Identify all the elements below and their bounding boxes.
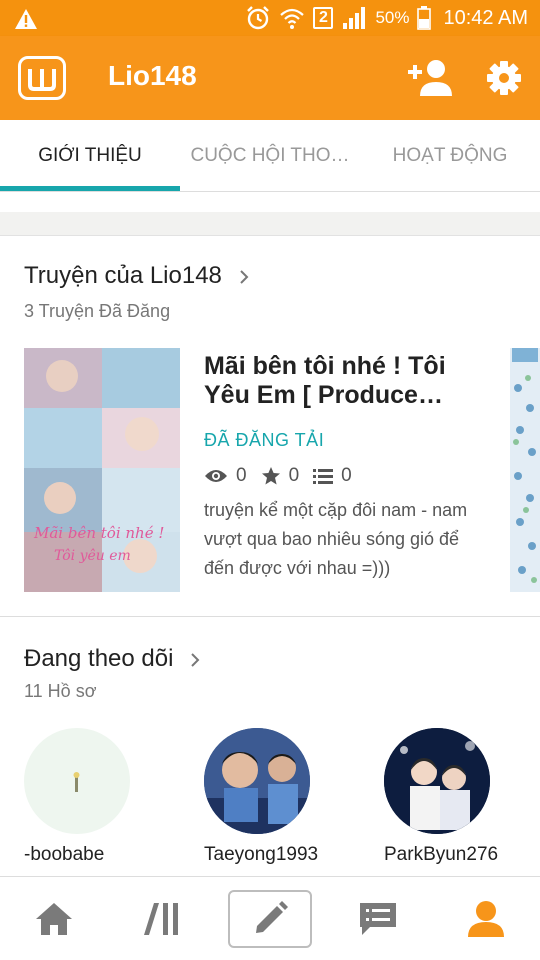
library-icon <box>144 903 178 935</box>
tab-activity[interactable]: HOẠT ĐỘNG <box>360 120 540 192</box>
battery-icon <box>417 6 432 30</box>
profile-name[interactable]: -boobabe <box>24 844 104 866</box>
story-votes: 0 <box>288 465 300 486</box>
story-status-badge: ĐÃ ĐĂNG TẢI <box>204 430 325 450</box>
avatar[interactable] <box>204 728 310 834</box>
profile-name[interactable]: ParkByun276 <box>384 844 498 866</box>
nav-home-button[interactable] <box>0 877 108 960</box>
story-cover[interactable]: Mãi bên tôi nhé ! Tôi yêu em <box>24 348 180 592</box>
cover-title-line-1: Mãi bên tôi nhé ! <box>33 524 164 542</box>
settings-icon[interactable] <box>486 60 522 96</box>
section-spacer <box>0 212 540 236</box>
bottom-navigation <box>0 876 540 960</box>
battery-percentage: 50% <box>375 8 410 27</box>
wifi-icon <box>280 8 305 29</box>
following-count: 11 Hồ sơ <box>24 681 97 701</box>
stories-count: 3 Truyện Đã Đăng <box>24 301 171 321</box>
signal-icon <box>343 7 366 29</box>
following-section-title: Đang theo dõi <box>24 645 174 672</box>
story-description: truyện kể một cặp đôi nam - nam vượt qua… <box>204 500 468 578</box>
app-logo-icon[interactable] <box>18 56 66 100</box>
avatar[interactable] <box>384 728 490 834</box>
star-icon <box>261 467 280 485</box>
profile-name[interactable]: Taeyong1993 <box>204 844 318 866</box>
profile-username: Lio148 <box>108 60 197 91</box>
avatar[interactable] <box>24 728 130 834</box>
chevron-right-icon <box>191 652 200 667</box>
next-story-cover[interactable] <box>510 348 540 592</box>
story-parts: 0 <box>341 465 352 486</box>
story-title[interactable]: Mãi bên tôi nhé ! Tôi Yêu Em [ Produce… <box>204 352 494 410</box>
nav-messages-button[interactable] <box>324 877 432 960</box>
alarm-icon <box>247 6 270 30</box>
warning-icon <box>15 9 37 29</box>
app-bar: Lio148 <box>0 36 540 120</box>
story-views: 0 <box>236 465 247 486</box>
list-icon <box>313 469 334 484</box>
clock: 10:42 AM <box>443 6 528 29</box>
sim-badge: 2 <box>313 7 334 29</box>
tab-about[interactable]: GIỚI THIỆU <box>0 120 180 192</box>
messages-icon <box>360 903 396 935</box>
active-tab-indicator <box>0 186 180 191</box>
nav-write-button[interactable] <box>228 890 312 948</box>
stories-section-title: Truyện của Lio148 <box>24 262 222 289</box>
stories-section-header[interactable]: Truyện của Lio148 <box>24 262 249 290</box>
cover-title-line-2: Tôi yêu em <box>54 548 131 564</box>
add-user-icon[interactable] <box>406 58 452 98</box>
nav-profile-button[interactable] <box>432 877 540 960</box>
nav-library-button[interactable] <box>108 877 216 960</box>
section-divider <box>0 616 540 617</box>
profile-icon <box>468 901 504 937</box>
profile-tabs: GIỚI THIỆU CUỘC HỘI THO… HOẠT ĐỘNG <box>0 120 540 192</box>
home-icon <box>36 903 72 935</box>
following-section-header[interactable]: Đang theo dõi <box>24 645 200 673</box>
chevron-right-icon <box>239 269 248 284</box>
tab-conversations[interactable]: CUỘC HỘI THO… <box>180 120 360 192</box>
story-stats: 0 0 0 <box>204 462 358 490</box>
status-bar: 2 50% 10:42 AM <box>0 0 540 36</box>
eye-icon <box>205 470 227 482</box>
